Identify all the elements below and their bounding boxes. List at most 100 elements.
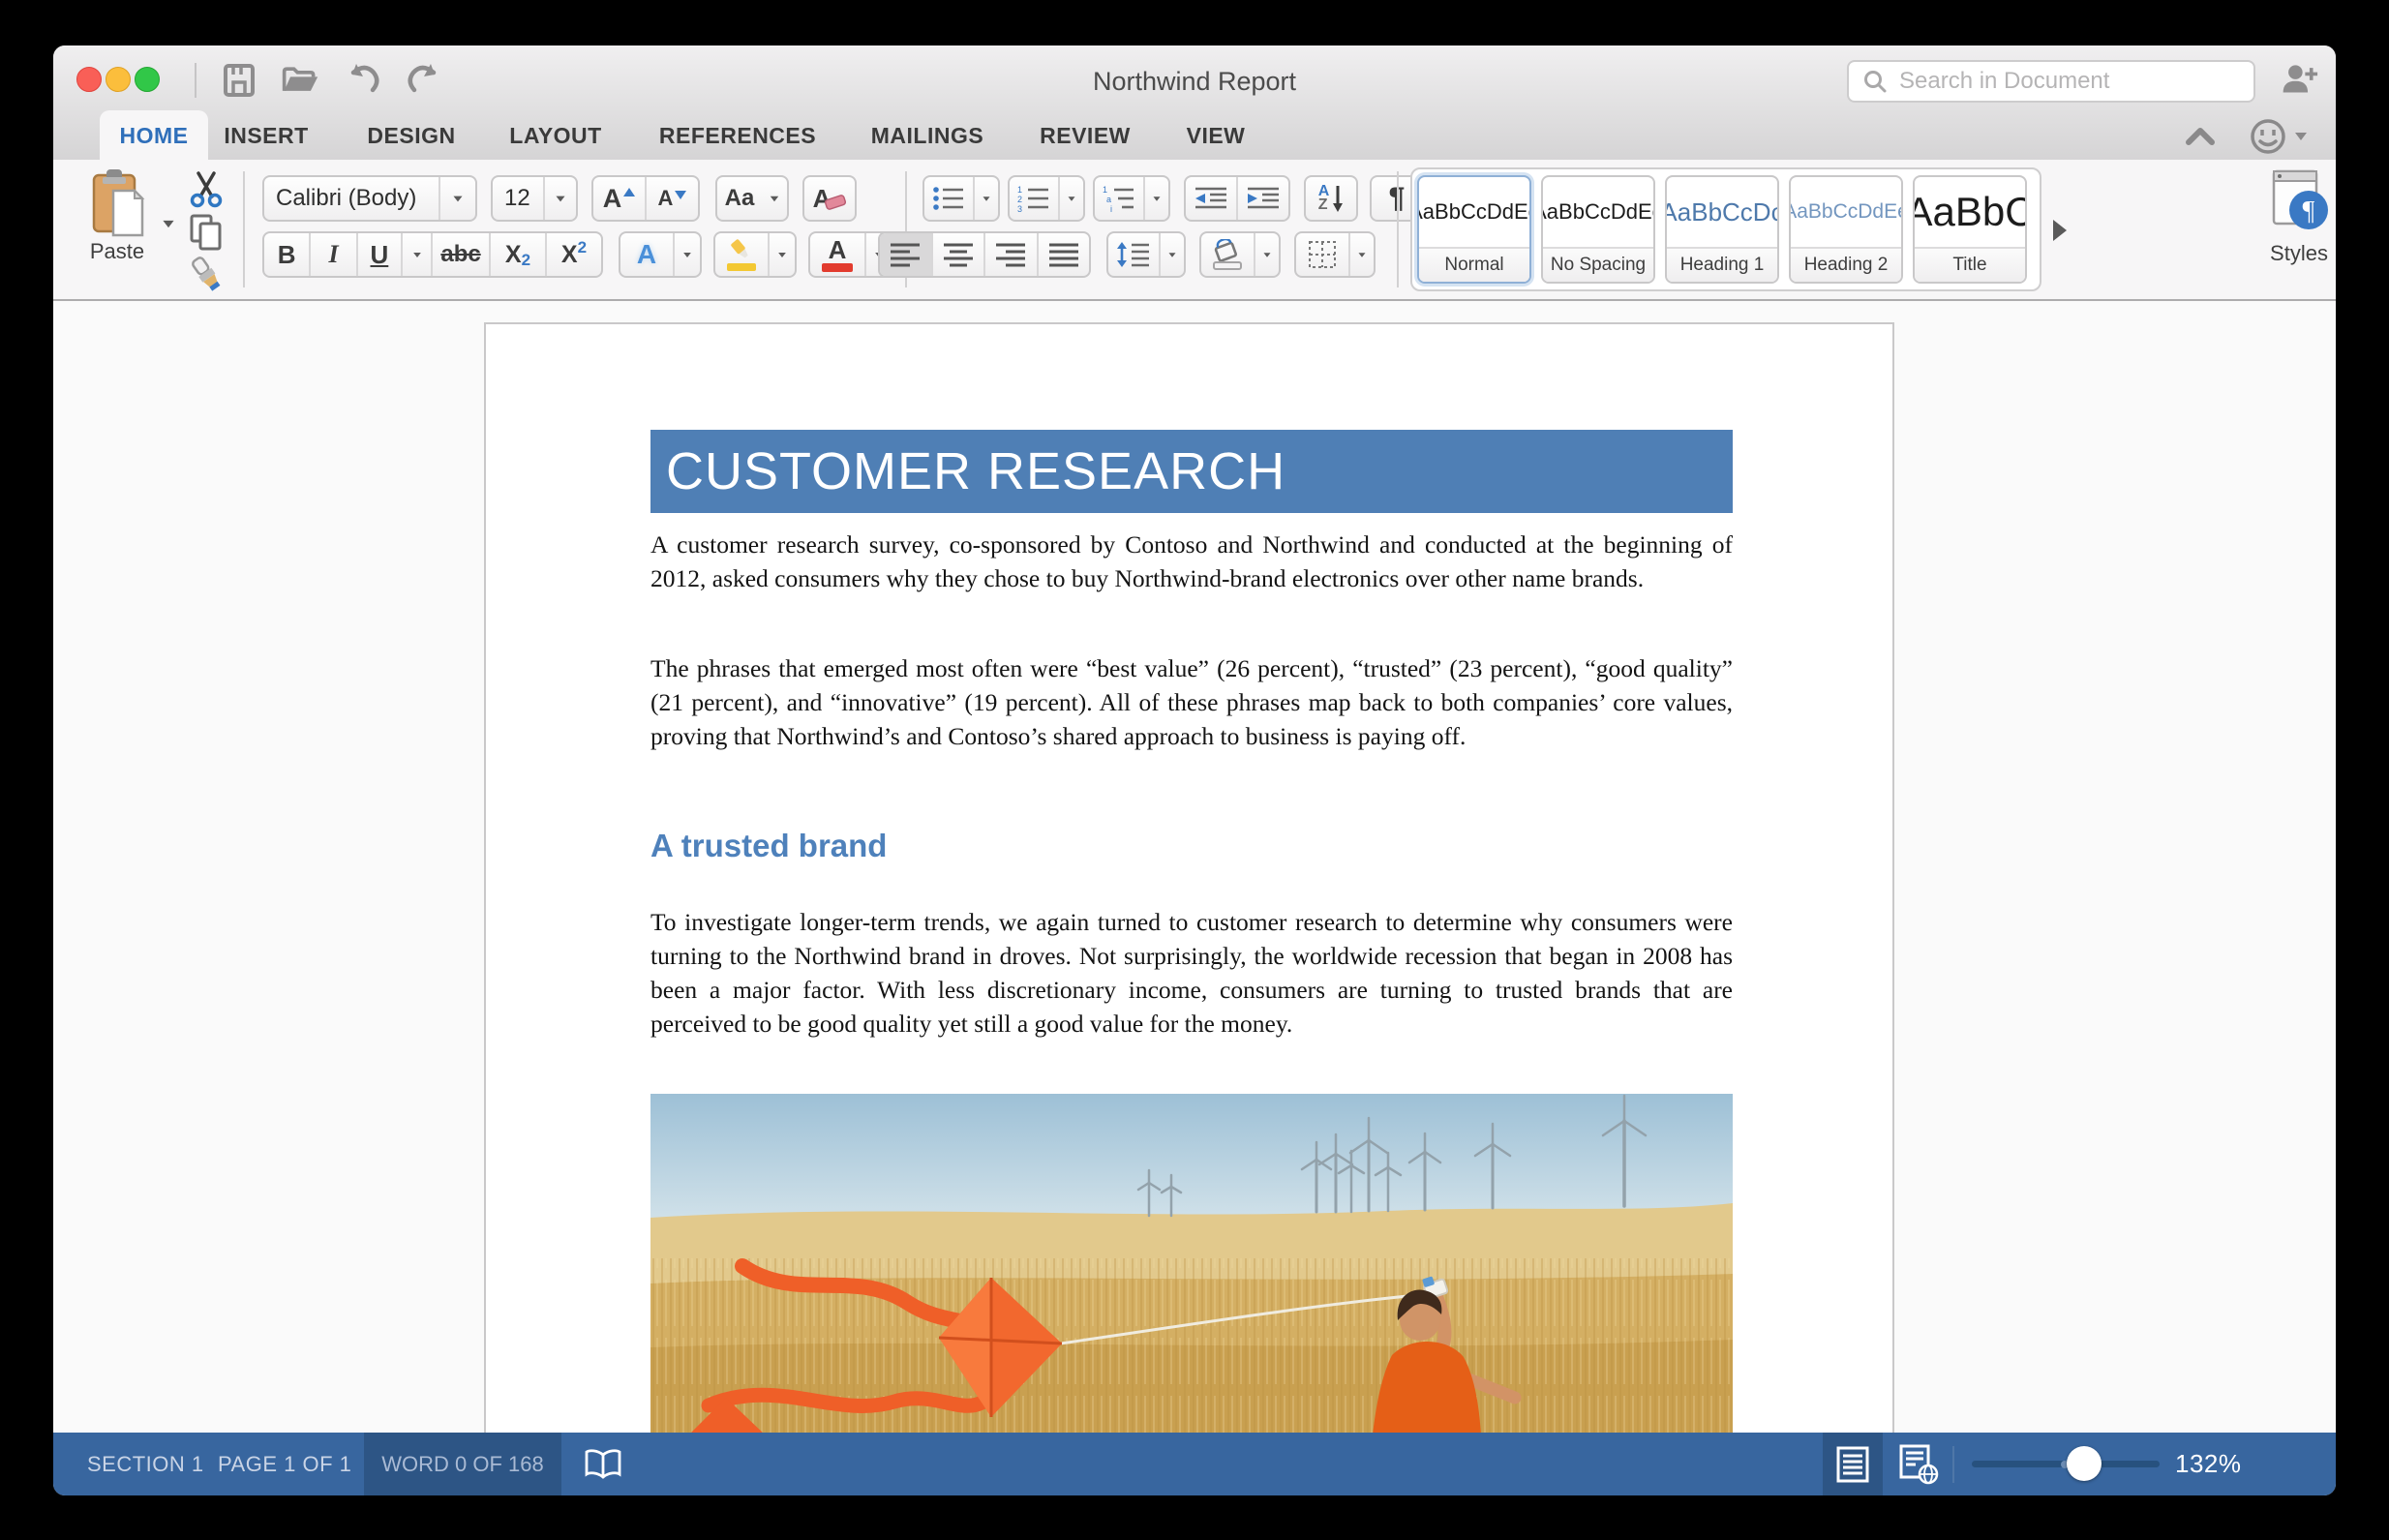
font-size-select[interactable]: 12 — [491, 175, 578, 222]
decrease-indent-button[interactable] — [1186, 177, 1236, 220]
bullets-button[interactable] — [922, 175, 1000, 222]
web-layout-button[interactable] — [1889, 1433, 1949, 1495]
font-resize-group: A A — [591, 175, 700, 222]
font-name-value: Calibri (Body) — [276, 185, 417, 211]
align-right-icon — [996, 243, 1026, 267]
superscript-button[interactable]: X 2 — [545, 233, 601, 276]
close-button[interactable] — [76, 67, 102, 92]
tab-layout[interactable]: LAYOUT — [509, 123, 601, 149]
align-left-button[interactable] — [880, 233, 931, 276]
highlight-dropdown-icon[interactable] — [778, 252, 786, 257]
format-painter-icon[interactable] — [185, 255, 227, 293]
style-card-heading-2[interactable]: AaBbCcDdEe Heading 2 — [1789, 175, 1903, 284]
justify-icon — [1048, 243, 1078, 267]
style-card-normal[interactable]: AaBbCcDdEe Normal — [1417, 175, 1531, 284]
style-card-no-spacing[interactable]: AaBbCcDdEe No Spacing — [1541, 175, 1655, 284]
document-page[interactable]: CUSTOMER RESEARCH A customer research su… — [484, 322, 1894, 1433]
change-case-dropdown-icon[interactable] — [770, 196, 779, 201]
styles-pane-label: Styles — [2270, 241, 2328, 265]
numbering-dropdown-icon[interactable] — [1068, 196, 1075, 201]
sort-button[interactable]: A Z — [1304, 175, 1358, 222]
shrink-font-button[interactable]: A — [645, 177, 698, 220]
shrink-arrow-icon — [675, 190, 687, 199]
borders-dropdown-icon[interactable] — [1358, 252, 1366, 257]
styles-pane-button[interactable]: ¶ Styles — [2258, 169, 2336, 293]
font-name-dropdown-icon[interactable] — [453, 196, 463, 201]
minimize-button[interactable] — [106, 67, 131, 92]
undo-icon[interactable] — [344, 61, 382, 100]
shading-dropdown-icon[interactable] — [1263, 252, 1271, 257]
save-icon[interactable] — [220, 61, 258, 100]
word-count[interactable]: WORD 0 OF 168 — [364, 1433, 561, 1495]
style-card-title[interactable]: AaBbC Title — [1913, 175, 2027, 284]
share-person-icon[interactable] — [2280, 59, 2318, 98]
tab-view[interactable]: VIEW — [1187, 123, 1246, 149]
paste-dropdown-icon[interactable] — [163, 220, 174, 228]
fullscreen-button[interactable] — [135, 67, 160, 92]
borders-button[interactable] — [1294, 231, 1376, 278]
multilevel-dropdown-icon[interactable] — [1153, 196, 1161, 201]
style-card-heading-1[interactable]: AaBbCcDc Heading 1 — [1665, 175, 1779, 284]
bold-button[interactable]: B — [264, 233, 309, 276]
change-case-button[interactable]: Aa — [715, 175, 789, 222]
svg-text:3: 3 — [1017, 204, 1022, 212]
highlight-button[interactable] — [713, 231, 797, 278]
line-spacing-button[interactable] — [1106, 231, 1186, 278]
group-divider — [1397, 171, 1399, 287]
heading-a-trusted-brand[interactable]: A trusted brand — [650, 828, 887, 864]
svg-text:1: 1 — [1103, 185, 1107, 195]
document-canvas[interactable]: CUSTOMER RESEARCH A customer research su… — [53, 301, 2336, 1433]
tab-review[interactable]: REVIEW — [1040, 123, 1131, 149]
redo-icon[interactable] — [405, 61, 443, 100]
zoom-slider-thumb[interactable] — [2067, 1446, 2102, 1481]
strikethrough-button[interactable]: abc — [431, 233, 489, 276]
tab-design[interactable]: DESIGN — [367, 123, 455, 149]
numbering-button[interactable]: 1 2 3 — [1008, 175, 1085, 222]
read-mode-book-icon[interactable] — [584, 1449, 622, 1480]
italic-button[interactable]: I — [309, 233, 355, 276]
text-effects-button[interactable]: A — [619, 231, 702, 278]
field-kite-photo[interactable] — [650, 1094, 1733, 1433]
increase-indent-button[interactable] — [1236, 177, 1288, 220]
tab-home[interactable]: HOME — [120, 123, 189, 149]
clear-formatting-button[interactable]: A — [802, 175, 857, 222]
feedback-smiley-icon[interactable] — [2249, 117, 2311, 156]
copy-icon[interactable] — [187, 212, 226, 253]
underline-dropdown-icon[interactable] — [401, 233, 431, 276]
search-field[interactable] — [1847, 60, 2255, 103]
window-title: Northwind Report — [1092, 67, 1297, 96]
paragraph-1[interactable]: A customer research survey, co-sponsored… — [650, 528, 1733, 595]
tab-references[interactable]: REFERENCES — [659, 123, 816, 149]
collapse-ribbon-icon[interactable] — [2183, 125, 2218, 148]
line-spacing-dropdown-icon[interactable] — [1168, 252, 1176, 257]
cut-scissors-icon[interactable] — [187, 169, 226, 208]
align-right-button[interactable] — [983, 233, 1037, 276]
style-gallery-expand-icon[interactable] — [2053, 220, 2067, 241]
align-center-button[interactable] — [930, 233, 984, 276]
underline-button[interactable]: U — [355, 233, 401, 276]
tab-mailings[interactable]: MAILINGS — [871, 123, 983, 149]
paragraph-2[interactable]: The phrases that emerged most often were… — [650, 651, 1733, 753]
print-layout-button[interactable] — [1823, 1433, 1883, 1495]
multilevel-list-button[interactable]: 1 a i — [1093, 175, 1170, 222]
search-input[interactable] — [1897, 67, 2253, 96]
increase-indent-icon — [1248, 187, 1279, 209]
bullets-dropdown-icon[interactable] — [983, 196, 990, 201]
text-effects-dropdown-icon[interactable] — [683, 252, 691, 257]
font-name-select[interactable]: Calibri (Body) — [262, 175, 477, 222]
sort-arrow-icon — [1333, 186, 1344, 212]
align-left-icon — [891, 243, 921, 267]
document-title-banner[interactable]: CUSTOMER RESEARCH — [650, 430, 1733, 513]
open-folder-icon[interactable] — [281, 61, 319, 100]
grow-font-button[interactable]: A — [593, 177, 645, 220]
paste-button[interactable]: Paste — [73, 167, 162, 291]
svg-text:2: 2 — [1017, 195, 1022, 204]
section-label[interactable]: SECTION 1 — [87, 1433, 204, 1495]
subscript-button[interactable]: X 2 — [489, 233, 545, 276]
paragraph-3[interactable]: To investigate longer-term trends, we ag… — [650, 905, 1733, 1041]
page-label[interactable]: PAGE 1 OF 1 — [218, 1433, 351, 1495]
tab-insert[interactable]: INSERT — [224, 123, 308, 149]
font-size-dropdown-icon[interactable] — [556, 196, 565, 201]
justify-button[interactable] — [1036, 233, 1090, 276]
shading-button[interactable] — [1199, 231, 1281, 278]
